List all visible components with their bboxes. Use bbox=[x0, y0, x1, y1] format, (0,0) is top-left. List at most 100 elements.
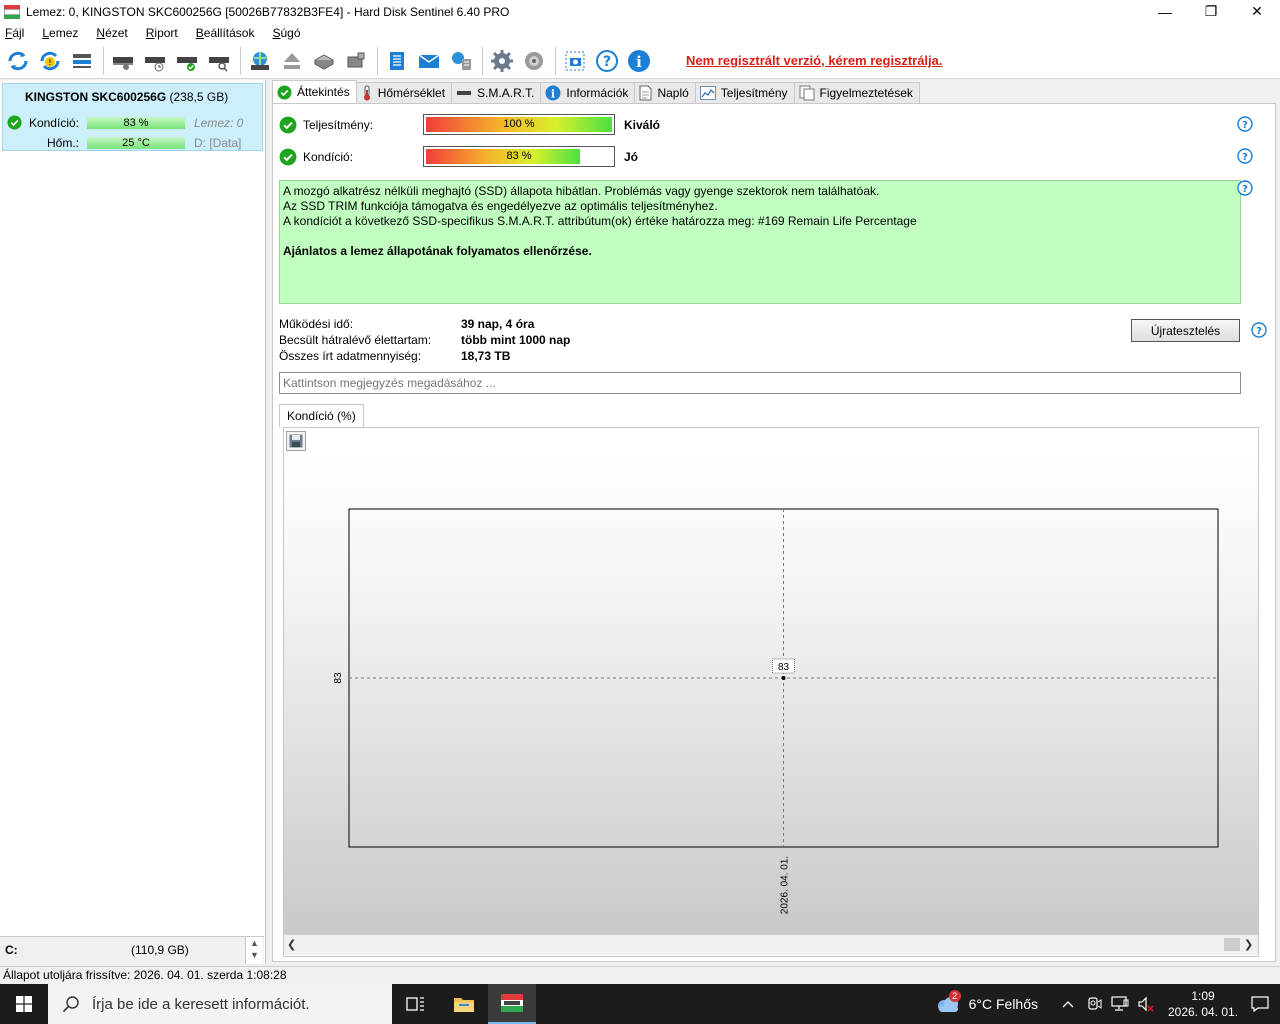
info-icon[interactable]: i bbox=[624, 46, 654, 76]
meet-now-icon[interactable] bbox=[1082, 996, 1106, 1012]
tab-label: Figyelmeztetések bbox=[819, 86, 913, 100]
network-disk-icon[interactable] bbox=[309, 46, 339, 76]
search-placeholder: Írja be ide a keresett információt. bbox=[92, 995, 310, 1013]
help-icon[interactable]: ? bbox=[1237, 116, 1253, 132]
disk-list-icon[interactable] bbox=[67, 46, 97, 76]
tab-check-circle[interactable]: Áttekintés bbox=[272, 80, 357, 103]
disk-test-icon[interactable] bbox=[108, 46, 138, 76]
globe-disk-icon[interactable] bbox=[245, 46, 275, 76]
help-icon[interactable]: ? bbox=[1237, 148, 1253, 164]
thermometer-icon bbox=[361, 85, 373, 101]
disk-index: Lemez: 0 bbox=[194, 116, 244, 130]
scroll-right-icon[interactable]: ❯ bbox=[1244, 938, 1253, 951]
volume-spinner[interactable]: ▲ ▼ bbox=[245, 937, 263, 964]
search-icon bbox=[62, 995, 80, 1013]
performance-rating: Kiváló bbox=[624, 118, 661, 132]
menu-label: ézet bbox=[105, 26, 128, 40]
chart-tab-condition[interactable]: Kondíció (%) bbox=[279, 404, 364, 427]
tab-info[interactable]: i Információk bbox=[540, 82, 636, 103]
close-button[interactable]: ✕ bbox=[1234, 0, 1280, 23]
eject-icon[interactable] bbox=[277, 46, 307, 76]
settings-gear-icon[interactable] bbox=[487, 46, 517, 76]
info-value: 39 nap, 4 óra bbox=[461, 317, 535, 331]
condition-value: 83 % bbox=[506, 150, 532, 162]
performance-row: Teljesítmény: 100 % Kiváló ? bbox=[279, 114, 1269, 138]
status-message-box: A mozgó alkatrész nélküli meghajtó (SSD)… bbox=[279, 180, 1241, 304]
spin-up-icon[interactable]: ▲ bbox=[246, 937, 263, 949]
file-explorer-icon[interactable] bbox=[440, 984, 488, 1024]
help-icon[interactable]: ? bbox=[592, 46, 622, 76]
menu-item[interactable]: Nézet bbox=[96, 26, 127, 40]
menu-item[interactable]: Súgó bbox=[272, 26, 300, 40]
tab-performance[interactable]: Teljesítmény bbox=[694, 82, 795, 103]
tab-log[interactable]: Napló bbox=[634, 82, 696, 103]
menu-label: ájl bbox=[12, 26, 25, 40]
refresh-all-icon[interactable]: ! bbox=[35, 46, 65, 76]
network-icon[interactable] bbox=[1108, 996, 1132, 1012]
disk-card[interactable]: KINGSTON SKC600256G (238,5 GB) Kondíció:… bbox=[2, 83, 263, 151]
menu-bar: Fájl Lemez Nézet Riport Beállítások Súgó bbox=[0, 23, 1280, 43]
performance-icon bbox=[699, 86, 716, 100]
windows-start-icon[interactable] bbox=[0, 984, 48, 1024]
condition-row: Kondíció: 83 % Jó ? bbox=[279, 146, 1269, 170]
temp-mini-bar: 25 °C bbox=[87, 137, 185, 149]
tab-thermometer[interactable]: Hőmérséklet bbox=[355, 82, 453, 103]
ok-check-icon bbox=[279, 116, 297, 137]
refresh-icon[interactable] bbox=[3, 46, 33, 76]
save-icon[interactable] bbox=[286, 431, 306, 451]
system-tray: 2 6°C Felhős 1:09 2026. 04. 01. bbox=[935, 984, 1280, 1024]
scroll-left-icon[interactable]: ❮ bbox=[287, 938, 296, 951]
email-icon[interactable] bbox=[414, 46, 444, 76]
chevron-up-icon[interactable] bbox=[1056, 1000, 1080, 1008]
network-report-icon[interactable] bbox=[446, 46, 476, 76]
volume-size: (110,9 GB) bbox=[131, 943, 189, 957]
help-icon[interactable]: ? bbox=[1251, 322, 1267, 338]
svg-text:?: ? bbox=[1242, 120, 1248, 131]
weather-widget[interactable]: 2 6°C Felhős bbox=[935, 990, 1038, 1014]
message-line: A kondíciót a következő SSD-specifikus S… bbox=[283, 214, 917, 228]
disk-list-panel: KINGSTON SKC600256G (238,5 GB) Kondíció:… bbox=[0, 80, 266, 964]
disk-schedule-icon[interactable] bbox=[140, 46, 170, 76]
menu-item[interactable]: Lemez bbox=[42, 26, 78, 40]
condition-bar: 83 % bbox=[423, 146, 615, 167]
tab-smart[interactable]: S.M.A.R.T. bbox=[451, 82, 542, 103]
info-key: Működési idő: bbox=[279, 317, 354, 331]
menu-item[interactable]: Riport bbox=[146, 26, 178, 40]
menu-item[interactable]: Fájl bbox=[5, 26, 24, 40]
hard-disk-sentinel-task-icon[interactable] bbox=[488, 984, 536, 1024]
retest-button[interactable]: Újratesztelés bbox=[1131, 319, 1240, 342]
tab-label: Napló bbox=[657, 86, 689, 100]
drive-letter: D: bbox=[194, 136, 206, 150]
scroll-thumb[interactable] bbox=[1224, 938, 1240, 951]
sound-icon[interactable] bbox=[519, 46, 549, 76]
external-disk-icon[interactable] bbox=[341, 46, 371, 76]
overview-content: Teljesítmény: 100 % Kiváló ? Kondíció: 8… bbox=[272, 103, 1276, 962]
notification-icon[interactable] bbox=[1240, 996, 1280, 1012]
restore-button[interactable]: ❐ bbox=[1188, 0, 1234, 23]
help-icon[interactable]: ? bbox=[1237, 180, 1253, 196]
svg-text:i: i bbox=[636, 53, 642, 71]
screenshot-icon[interactable] bbox=[560, 46, 590, 76]
disk-ok-icon[interactable] bbox=[172, 46, 202, 76]
taskbar-clock[interactable]: 1:09 2026. 04. 01. bbox=[1166, 988, 1240, 1020]
message-recommendation: Ajánlatos a lemez állapotának folyamatos… bbox=[283, 244, 592, 258]
taskbar-search[interactable]: Írja be ide a keresett információt. bbox=[48, 984, 392, 1024]
unregistered-link[interactable]: Nem regisztrált verzió, kérem regisztrál… bbox=[686, 53, 943, 68]
performance-bar: 100 % bbox=[423, 114, 615, 135]
disk-info-grid: Működési idő: 39 nap, 4 óra Becsült hátr… bbox=[279, 317, 570, 365]
volume-bar[interactable]: C: (110,9 GB) ▲ ▼ bbox=[0, 936, 264, 964]
spin-down-icon[interactable]: ▼ bbox=[246, 949, 263, 961]
minimize-button[interactable]: — bbox=[1142, 0, 1188, 23]
tab-label: Hőmérséklet bbox=[377, 86, 446, 100]
volume-muted-icon[interactable] bbox=[1134, 996, 1158, 1012]
task-view-icon[interactable] bbox=[392, 984, 440, 1024]
data-point bbox=[781, 676, 786, 680]
menu-item[interactable]: Beállítások bbox=[196, 26, 255, 40]
chart-horizontal-scrollbar[interactable]: ❮ ❯ bbox=[284, 934, 1258, 955]
disk-search-icon[interactable] bbox=[204, 46, 234, 76]
x-tick-label: 2026. 04. 01. bbox=[780, 856, 791, 914]
tab-alerts[interactable]: Figyelmeztetések bbox=[793, 82, 920, 103]
report-icon[interactable] bbox=[382, 46, 412, 76]
note-input[interactable] bbox=[279, 372, 1241, 394]
disk-size: (238,5 GB) bbox=[169, 90, 229, 104]
